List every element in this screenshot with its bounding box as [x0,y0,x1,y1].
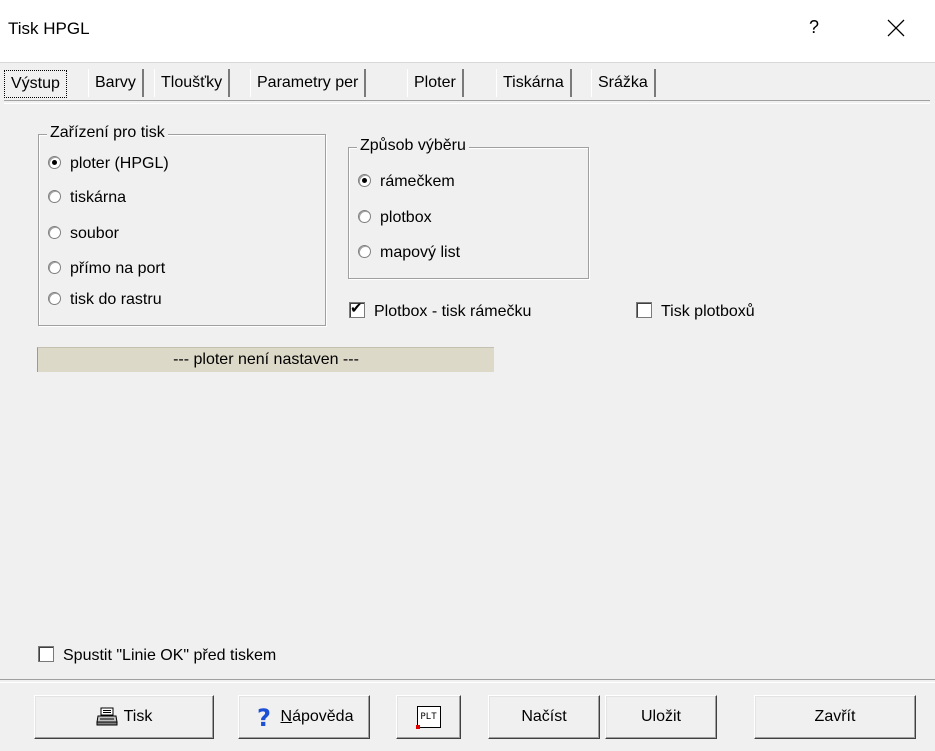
radio-empty-icon [48,226,61,239]
radio-selected-icon [48,156,61,169]
tab-srazka[interactable]: Srážka [591,69,656,97]
tab-tiskarna[interactable]: Tiskárna [496,69,572,97]
help-button[interactable]: ? Nápověda [238,695,370,739]
radio-soubor[interactable]: soubor [48,224,119,244]
checkbox-label: Tisk plotboxů [661,303,755,320]
printer-icon [96,707,118,727]
tab-parametry-per[interactable]: Parametry per [250,69,367,97]
radio-label: tiskárna [70,189,127,206]
radio-empty-icon [48,261,61,274]
close-window-button[interactable] [886,12,906,44]
tab-barvy[interactable]: Barvy [88,69,144,97]
radio-ploter[interactable]: ploter (HPGL) [48,154,169,174]
selection-group: Způsob výběru rámečkem plotbox mapový li… [348,137,589,279]
device-group-legend: Zařízení pro tisk [47,124,168,142]
checkbox-print-plotboxes[interactable]: Tisk plotboxů [636,301,755,323]
radio-label: přímo na port [70,260,166,277]
radio-label: ploter (HPGL) [70,155,169,172]
print-button[interactable]: Tisk [34,695,214,739]
radio-empty-icon [358,210,371,223]
tab-tloustky[interactable]: Tloušťky [154,69,231,97]
radio-rameckem[interactable]: rámečkem [358,172,455,192]
question-icon: ? [255,705,275,729]
tab-ploter[interactable]: Ploter [407,69,464,97]
load-button[interactable]: Načíst [488,695,600,739]
radio-empty-icon [48,190,61,203]
button-separator [0,679,935,683]
close-icon [887,19,905,37]
radio-label: plotbox [380,209,432,226]
title-bar: Tisk HPGL ? [0,0,935,63]
save-button[interactable]: Uložit [605,695,717,739]
help-titlebar-button[interactable]: ? [809,17,819,38]
help-label-rest: ápověda [292,708,354,725]
radio-label: rámečkem [380,173,455,190]
radio-label: tisk do rastru [70,291,162,308]
checkbox-empty-icon [636,302,652,318]
checkbox-label: Plotbox - tisk rámečku [374,303,532,320]
radio-label: soubor [70,225,119,242]
radio-empty-icon [358,245,371,258]
plotter-status: --- ploter není nastaven --- [37,347,494,372]
device-group: Zařízení pro tisk ploter (HPGL) tiskárna… [38,124,326,326]
plt-icon-text: PLT [420,712,437,722]
print-button-label: Tisk [123,708,153,725]
plt-icon: PLT [415,706,441,729]
close-button[interactable]: Zavřít [754,695,916,739]
checkbox-plotbox-frame[interactable]: ✔ Plotbox - tisk rámečku [349,300,532,323]
checkbox-empty-icon [38,646,54,662]
radio-mapovy-list[interactable]: mapový list [358,243,460,263]
radio-primo-na-port[interactable]: přímo na port [48,259,165,279]
radio-selected-icon [358,174,371,187]
help-accel-letter: N [280,708,293,725]
checkbox-label: Spustit "Linie OK" před tiskem [63,647,277,664]
radio-tiskarna[interactable]: tiskárna [48,188,126,208]
help-button-label: Nápověda [281,708,354,726]
tab-strip: Výstup Barvy Tloušťky Parametry per Plot… [4,69,929,100]
svg-text:?: ? [257,705,271,729]
checkbox-checked-icon: ✔ [349,300,365,318]
selection-group-legend: Způsob výběru [357,137,469,155]
checkbox-run-lines-ok[interactable]: Spustit "Linie OK" před tiskem [38,645,276,667]
radio-empty-icon [48,292,61,305]
radio-tisk-do-rastru[interactable]: tisk do rastru [48,290,162,310]
tab-divider [4,100,930,104]
tab-vystup[interactable]: Výstup [4,70,67,98]
radio-plotbox[interactable]: plotbox [358,208,432,228]
plt-button[interactable]: PLT [396,695,461,739]
window-title: Tisk HPGL [8,19,90,38]
radio-label: mapový list [380,244,461,261]
